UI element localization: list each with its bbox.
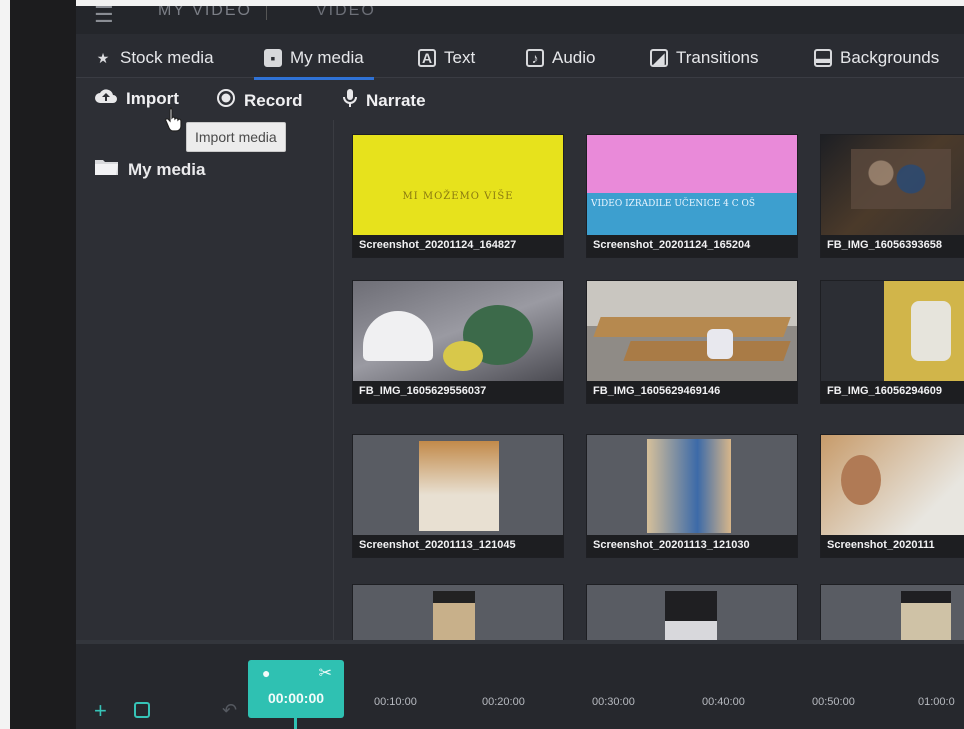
playhead-line: [294, 718, 297, 729]
folder-my-media[interactable]: My media: [94, 158, 205, 181]
hand-cursor-icon: [164, 106, 184, 132]
undo-icon[interactable]: ↶: [222, 700, 237, 721]
media-thumbnail: MI MOŽEMO VIŠE: [353, 135, 563, 235]
tab-label: Backgrounds: [840, 48, 940, 67]
media-filename: Screenshot_20201124_165204: [587, 235, 797, 257]
tab-backgrounds[interactable]: ▬ Backgrounds: [814, 44, 939, 72]
timeline: + ↶ ● ✂ 00:00:00 00:10:00 00:20:00 00:30…: [76, 640, 964, 729]
photo: [647, 439, 731, 533]
music-icon: ♪: [526, 49, 544, 67]
media-thumbnail: [353, 281, 563, 381]
background-icon: ▬: [814, 49, 832, 67]
project-title[interactable]: MY VIDEO: [158, 6, 252, 20]
monitor-bezel: [0, 0, 76, 729]
photo: [419, 441, 499, 531]
folder-icon: [94, 158, 120, 181]
tick-label: 01:00:0: [918, 696, 955, 708]
folder-label: My media: [128, 159, 206, 179]
tab-transitions[interactable]: ◢ Transitions: [650, 44, 759, 72]
tab-text[interactable]: A Text: [418, 44, 475, 72]
layer-icon[interactable]: [134, 702, 150, 718]
marker-icon[interactable]: ●: [262, 665, 270, 681]
media-item[interactable]: FB_IMG_1605629469146: [586, 280, 798, 404]
media-thumbnail: [821, 281, 964, 381]
media-filename: Screenshot_20201113_121045: [353, 535, 563, 557]
title-divider: [266, 6, 267, 20]
tick-label: 00:20:00: [482, 696, 525, 708]
add-track-icon[interactable]: +: [94, 698, 107, 724]
tab-label: Transitions: [676, 48, 759, 67]
tab-stock-media[interactable]: ★ Stock media: [94, 44, 214, 72]
media-item[interactable]: MI MOŽEMO VIŠE Screenshot_20201124_16482…: [352, 134, 564, 258]
tick-label: 00:50:00: [812, 696, 855, 708]
media-grid: MI MOŽEMO VIŠE Screenshot_20201124_16482…: [352, 134, 964, 654]
media-filename: FB_IMG_16056294609: [821, 381, 964, 403]
media-filename: FB_IMG_1605629469146: [587, 381, 797, 403]
import-tooltip: Import media: [186, 122, 286, 152]
photo: [851, 149, 951, 209]
hamburger-menu-icon[interactable]: ☰: [94, 6, 116, 28]
media-filename: FB_IMG_1605629556037: [353, 381, 563, 403]
media-thumbnail: [587, 435, 797, 535]
narrate-button[interactable]: Narrate: [342, 88, 426, 113]
media-item[interactable]: FB_IMG_16056294609: [820, 280, 964, 404]
record-icon: [216, 88, 236, 113]
media-filename: Screenshot_20201124_164827: [353, 235, 563, 257]
tick-label: 00:40:00: [702, 696, 745, 708]
media-filename: Screenshot_2020111: [821, 535, 964, 557]
tick-label: 00:30:00: [592, 696, 635, 708]
current-time: 00:00:00: [267, 690, 325, 706]
tab-label: Text: [444, 48, 476, 67]
app-screen: ☰ MY VIDEO VIDEO ★ Stock media ▪ My medi…: [76, 6, 964, 729]
tab-label: My media: [290, 48, 364, 67]
thumb-text: MI MOŽEMO VIŠE: [402, 191, 514, 202]
photo: [443, 341, 483, 371]
thumb-text: VIDEO IZRADILE UČENICE 4 C OŠ: [591, 199, 756, 209]
playhead[interactable]: ● ✂ 00:00:00: [248, 660, 344, 729]
media-thumbnail: VIDEO IZRADILE UČENICE 4 C OŠ: [587, 135, 797, 235]
cloud-upload-icon: [94, 88, 118, 109]
media-item[interactable]: Screenshot_2020111: [820, 434, 964, 558]
photo: [593, 317, 791, 337]
media-thumbnail: [587, 281, 797, 381]
media-thumbnail: [353, 435, 563, 535]
folder-add-icon: ▪: [264, 49, 282, 67]
microphone-icon: [342, 88, 358, 113]
tick-label: 00:10:00: [374, 696, 417, 708]
photo: [841, 455, 881, 505]
media-item[interactable]: Screenshot_20201113_121045: [352, 434, 564, 558]
media-item[interactable]: VIDEO IZRADILE UČENICE 4 C OŠ Screenshot…: [586, 134, 798, 258]
tab-label: Stock media: [120, 48, 214, 67]
media-filename: FB_IMG_16056393658: [821, 235, 964, 257]
folder-panel: My media: [76, 120, 334, 640]
tab-label: Audio: [552, 48, 596, 67]
media-item[interactable]: FB_IMG_16056393658: [820, 134, 964, 258]
media-item[interactable]: Screenshot_20201113_121030: [586, 434, 798, 558]
photo: [363, 311, 433, 361]
media-thumbnail: [821, 435, 964, 535]
media-tabs: ★ Stock media ▪ My media A Text ♪ Audio …: [76, 34, 964, 80]
title-bar: ☰ MY VIDEO VIDEO: [76, 6, 964, 34]
tab-audio[interactable]: ♪ Audio: [526, 44, 595, 72]
narrate-label: Narrate: [366, 90, 426, 110]
project-subtitle: VIDEO: [316, 6, 376, 19]
media-item[interactable]: FB_IMG_1605629556037: [352, 280, 564, 404]
transition-icon: ◢: [650, 49, 668, 67]
record-button[interactable]: Record: [216, 88, 303, 113]
text-icon: A: [418, 49, 436, 67]
star-icon: ★: [96, 49, 110, 66]
photo: [911, 301, 951, 361]
tab-my-media[interactable]: ▪ My media: [254, 44, 374, 80]
media-actions: Import Record Narrate: [76, 80, 964, 120]
scissors-icon[interactable]: ✂: [319, 663, 332, 683]
media-filename: Screenshot_20201113_121030: [587, 535, 797, 557]
photo: [707, 329, 733, 359]
record-label: Record: [244, 90, 303, 110]
media-thumbnail: [821, 135, 964, 235]
